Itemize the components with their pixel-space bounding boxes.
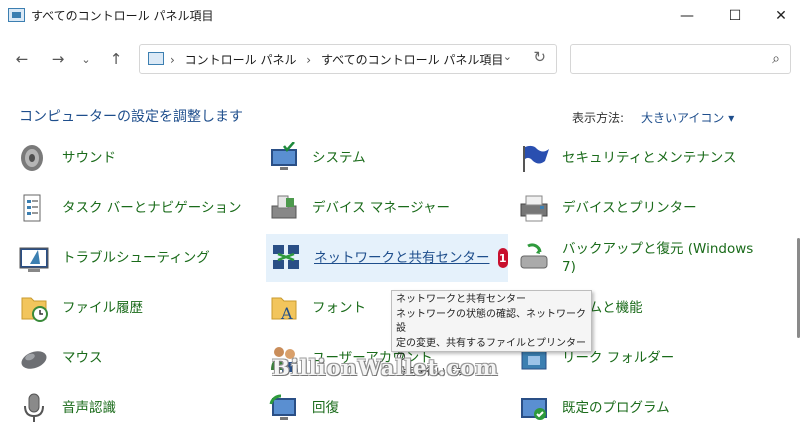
item-recovery[interactable]: 回復 [268,388,339,423]
tooltip-line: ネットワークの状態の確認、ネットワーク設 [396,308,586,335]
item-label: マウス [62,350,103,366]
backup-icon [518,242,550,274]
search-input[interactable]: ⌕ [570,44,791,74]
item-security-maintenance[interactable]: セキュリティとメンテナンス [518,138,736,178]
item-system[interactable]: システム [268,138,366,178]
item-label: フォント [312,300,366,316]
item-label: バックアップと復元 (Windows 7) [562,241,754,275]
control-panel-icon [8,8,25,22]
item-default-programs[interactable]: 既定のプログラム [518,388,670,423]
item-mouse[interactable]: マウス [18,338,103,378]
maximize-button[interactable]: ☐ [712,0,758,32]
taskbar-icon [18,192,50,224]
address-bar[interactable]: › コントロール パネル › すべてのコントロール パネル項目 ⌄ ↻ [139,44,557,74]
item-troubleshooting[interactable]: トラブルシューティング [18,238,210,278]
mouse-icon [18,342,50,374]
item-speech-recognition[interactable]: 音声認識 [18,388,116,423]
item-label: デバイス マネージャー [312,200,450,216]
troubleshoot-icon [18,242,50,274]
item-file-history[interactable]: ファイル履歴 [18,288,143,328]
item-sound[interactable]: サウンド [18,138,116,178]
breadcrumb-separator: › [306,53,312,67]
item-devices-printers[interactable]: デバイスとプリンター [518,188,697,228]
item-backup-restore[interactable]: バックアップと復元 (Windows 7) [518,236,762,280]
breadcrumb: › コントロール パネル › すべてのコントロール パネル項目 [170,51,509,68]
breadcrumb-item-control-panel[interactable]: コントロール パネル [185,53,297,67]
item-label: セキュリティとメンテナンス [562,150,737,166]
item-label: サウンド [62,150,116,166]
vertical-scrollbar[interactable] [795,138,803,423]
control-panel-icon [148,52,164,65]
minimize-button[interactable]: — [664,0,710,32]
item-label: システム [312,150,366,166]
tooltip: ネットワークと共有センター ネットワークの状態の確認、ネットワーク設 定の変更、… [391,290,592,378]
close-button[interactable]: ✕ [758,0,804,32]
item-network-sharing-center[interactable]: ネットワークと共有センター 1 [266,234,508,282]
item-label: 音声認識 [62,400,116,416]
item-label: 回復 [312,400,339,416]
page-title: コンピューターの設定を調整します [19,109,243,125]
item-label: タスク バーとナビゲーション [62,200,242,216]
item-label: 既定のプログラム [562,400,670,416]
back-button[interactable]: ← [10,48,34,70]
breadcrumb-item-all-items[interactable]: すべてのコントロール パネル項目 [321,53,504,67]
recovery-icon [268,392,300,423]
scrollbar-thumb[interactable] [797,238,800,338]
speaker-icon [18,142,50,174]
forward-button[interactable]: → [46,48,70,70]
flag-icon [518,142,550,174]
svg-text:A: A [280,304,293,323]
monitor-check-icon [268,141,300,174]
item-taskbar[interactable]: タスク バーとナビゲーション [18,188,242,228]
view-by-dropdown[interactable]: 大きいアイコン ▾ [641,109,734,126]
item-label: デバイスとプリンター [562,200,697,216]
network-icon [270,242,302,274]
step-badge: 1 [497,248,508,268]
default-programs-icon [518,392,550,423]
items-grid: サウンド タスク バーとナビゲーション トラブルシューティング ファイル履歴 マ… [0,138,795,423]
up-button[interactable]: ↑ [104,48,128,70]
microphone-icon [18,392,50,423]
item-device-manager[interactable]: デバイス マネージャー [268,188,450,228]
title-bar: すべてのコントロール パネル項目 — ☐ ✕ [0,0,805,32]
window-title: すべてのコントロール パネル項目 [31,9,214,23]
item-label: ネットワークと共有センター [314,250,490,266]
watermark: BillionWallet.com [272,355,499,380]
refresh-icon[interactable]: ↻ [533,48,546,66]
breadcrumb-separator: › [170,53,175,67]
search-icon[interactable]: ⌕ [772,51,780,67]
recent-locations-button[interactable]: ⌄ [74,48,98,70]
view-by-label: 表示方法: [572,111,625,125]
item-label: トラブルシューティング [62,250,210,266]
tooltip-title: ネットワークと共有センター [396,294,526,305]
printer-device-icon [268,192,300,224]
printer-icon [518,192,550,224]
chevron-down-icon[interactable]: ⌄ [503,50,512,63]
item-label: ファイル履歴 [62,300,143,316]
item-fonts[interactable]: A フォント [268,288,366,328]
file-history-icon [18,292,50,324]
font-icon: A [268,292,300,324]
